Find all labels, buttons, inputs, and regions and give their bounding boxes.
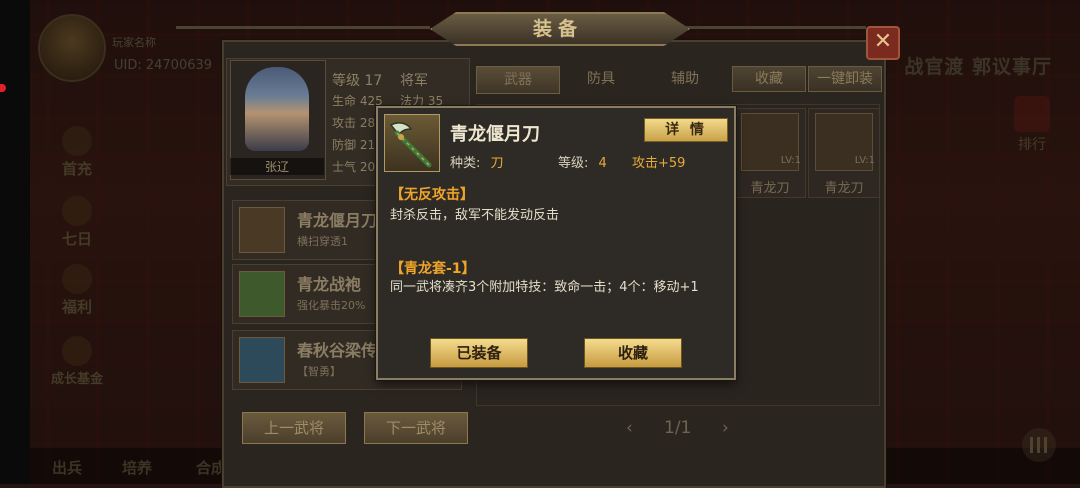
collect-button[interactable]: 收藏 (584, 338, 682, 368)
tab-weapon[interactable]: 武器 (476, 66, 560, 94)
item-detail-popup: 青龙偃月刀 详 情 种类: 刀 等级: 4 攻击+59 【无反攻击】 封杀反击，… (376, 106, 736, 380)
tab-armor[interactable]: 防具 (560, 66, 642, 92)
equipped-button[interactable]: 已装备 (430, 338, 528, 368)
left-edge-bar (0, 0, 30, 484)
hero-rank: 将军 (400, 73, 428, 89)
hero-stat-morale: 士气 20 (332, 160, 376, 174)
pager-next-icon[interactable]: › (722, 418, 729, 438)
window-title: 装备 (532, 18, 583, 40)
title-divider (176, 26, 430, 29)
pager-prev-icon[interactable]: ‹ (626, 418, 633, 438)
hero-face (245, 67, 309, 151)
hero-level: 等级 17 (332, 73, 383, 89)
skill2-desc: 同一武将凑齐3个附加特技：致命一击；4个：移动+1 (390, 280, 699, 295)
blade-icon (384, 114, 440, 172)
next-hero-button[interactable]: 下一武将 (364, 412, 468, 444)
item-level: 等级: 4 (558, 156, 607, 171)
skill1-desc: 封杀反击，敌军不能发动反击 (390, 208, 560, 223)
blade-graphic (389, 122, 432, 168)
title-divider (686, 26, 866, 29)
popup-item-name: 青龙偃月刀 (450, 124, 540, 145)
skill1-title: 【无反攻击】 (390, 187, 474, 203)
armor-icon (239, 271, 285, 317)
hero-stat-attack: 攻击 28 (332, 116, 376, 130)
inventory-slot[interactable]: LV:1 青龙刀 (808, 108, 880, 198)
tab-bar: 武器 防具 辅助 收藏 一键卸装 (474, 66, 882, 94)
scroll-icon (239, 337, 285, 383)
hero-name: 张辽 (230, 158, 324, 175)
pager-page-number: 1/1 (664, 418, 692, 438)
item-type: 种类: 刀 (450, 156, 504, 171)
inventory-slot[interactable]: LV:1 青龙刀 (734, 108, 806, 198)
skill2-title: 【青龙套-1】 (390, 261, 476, 277)
blade-icon (239, 207, 285, 253)
detail-button[interactable]: 详 情 (644, 118, 728, 142)
collect-tab-button[interactable]: 收藏 (732, 66, 806, 92)
close-button[interactable]: ✕ (866, 26, 900, 60)
unequip-all-button[interactable]: 一键卸装 (808, 66, 882, 92)
prev-hero-button[interactable]: 上一武将 (242, 412, 346, 444)
hero-stat-defense: 防御 21 (332, 138, 376, 152)
tab-accessory[interactable]: 辅助 (644, 66, 726, 92)
item-attack: 攻击+59 (632, 156, 686, 171)
